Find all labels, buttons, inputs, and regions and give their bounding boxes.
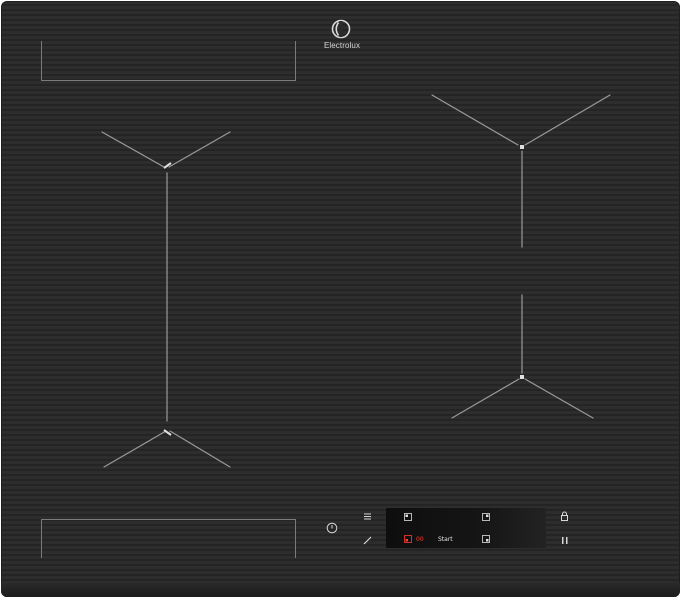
zone-center-marker-bottom: [520, 375, 524, 379]
top-right-zone[interactable]: [431, 94, 611, 248]
power-button[interactable]: [326, 522, 338, 534]
zone-bottom-left-select-icon[interactable]: [404, 535, 412, 543]
edit-button[interactable]: [363, 536, 372, 545]
pause-button[interactable]: [561, 536, 569, 545]
zone-markings: [101, 94, 611, 468]
lock-button[interactable]: [560, 511, 569, 521]
menu-button[interactable]: [363, 512, 372, 521]
left-flex-zone[interactable]: [101, 131, 231, 468]
zone-bottom-right-select-icon[interactable]: [482, 535, 490, 543]
hob-front-edge: [1, 583, 680, 597]
timer-readout: 00: [416, 536, 424, 543]
pause-icon: [562, 537, 568, 544]
control-display: [386, 508, 546, 548]
bottom-right-zone[interactable]: [451, 294, 594, 419]
zone-center-marker-top: [520, 145, 524, 149]
zone-top-right-select-icon[interactable]: [482, 513, 490, 521]
menu-icon: [364, 513, 371, 520]
lock-icon: [561, 511, 568, 521]
pencil-icon: [363, 536, 372, 545]
flex-zone-marker-top: [163, 162, 172, 169]
induction-hob-surface: Electrolux: [1, 1, 680, 597]
zone-top-left-select-icon[interactable]: [404, 513, 412, 521]
power-icon: [326, 522, 338, 534]
start-button[interactable]: Start: [438, 536, 453, 543]
